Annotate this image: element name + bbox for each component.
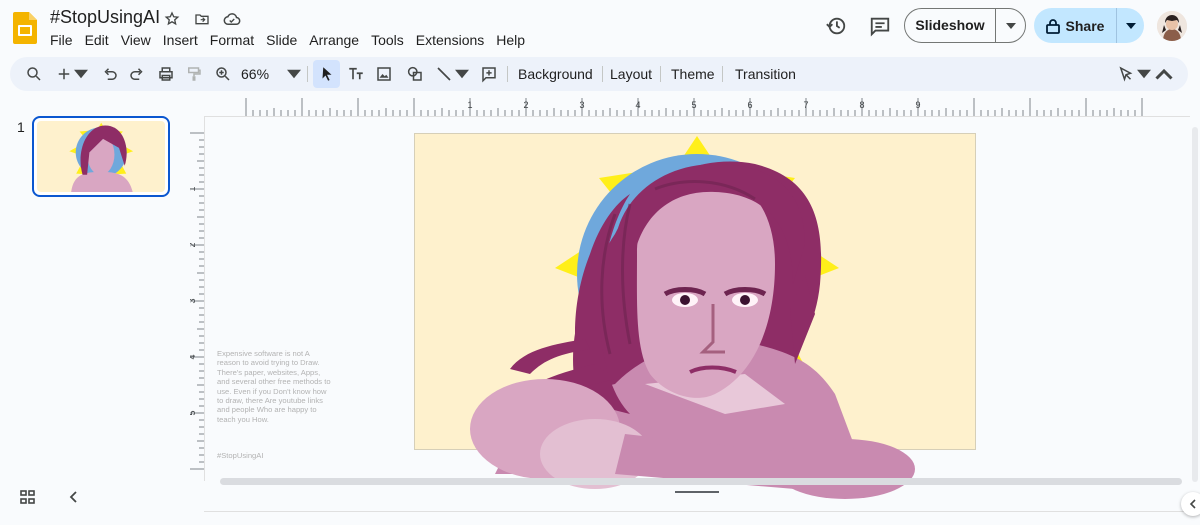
vertical-ruler: 1 2 3 4 5 [190, 132, 204, 470]
ruler-label: 1 [190, 186, 197, 191]
separator [507, 66, 508, 82]
ruler-label: 6 [747, 100, 752, 110]
menu-extensions[interactable]: Extensions [410, 30, 490, 50]
caret-down-icon [1005, 22, 1016, 29]
slide-side-text[interactable]: Expensive software is not A reason to av… [217, 349, 332, 424]
line-dropdown-icon[interactable] [455, 62, 469, 86]
menu-help[interactable]: Help [490, 30, 531, 50]
search-icon[interactable] [22, 62, 46, 86]
separator [602, 66, 603, 82]
background-button[interactable]: Background [518, 57, 593, 91]
plus-icon[interactable] [52, 62, 76, 86]
star-icon[interactable] [162, 9, 182, 29]
redo-icon[interactable] [125, 62, 149, 86]
undo-icon[interactable] [98, 62, 122, 86]
lock-icon [1045, 18, 1060, 34]
menu-edit[interactable]: Edit [79, 30, 115, 50]
shape-icon[interactable] [403, 62, 427, 86]
print-icon[interactable] [154, 62, 178, 86]
menu-bar: File Edit View Insert Format Slide Arran… [44, 30, 531, 50]
share-button[interactable]: Share [1034, 8, 1117, 43]
separator [660, 66, 661, 82]
ruler-label: 5 [691, 100, 696, 110]
avatar[interactable] [1157, 11, 1187, 41]
ruler-label: 2 [523, 100, 528, 110]
menu-format[interactable]: Format [204, 30, 260, 50]
separator [722, 66, 723, 82]
select-cursor-icon[interactable] [313, 60, 340, 88]
ruler-label: 4 [635, 100, 640, 110]
cloud-icon[interactable] [222, 9, 242, 29]
horizontal-scrollbar[interactable] [220, 478, 1182, 485]
comment-icon[interactable] [868, 14, 892, 38]
slide-number: 1 [17, 119, 25, 135]
slide-thumbnail[interactable] [32, 116, 170, 197]
slides-logo-icon[interactable] [13, 12, 37, 44]
menu-file[interactable]: File [44, 30, 79, 50]
vertical-scrollbar[interactable] [1192, 127, 1198, 482]
layout-button[interactable]: Layout [610, 57, 652, 91]
menu-view[interactable]: View [115, 30, 157, 50]
line-icon[interactable] [432, 62, 456, 86]
notes-divider [204, 511, 1190, 512]
menu-tools[interactable]: Tools [365, 30, 410, 50]
new-slide-dropdown-icon[interactable] [74, 62, 88, 86]
speaker-notes-handle[interactable] [675, 491, 719, 493]
ruler-label: 4 [190, 354, 197, 359]
pen-icon[interactable] [1114, 62, 1138, 86]
zoom-value[interactable]: 66% [241, 57, 269, 91]
separator [307, 66, 308, 82]
chevron-up-icon[interactable] [1154, 62, 1174, 86]
ruler-label: 7 [803, 100, 808, 110]
side-panel-toggle[interactable] [1181, 492, 1200, 516]
share-label: Share [1065, 17, 1105, 34]
textbox-icon[interactable] [344, 62, 368, 86]
ruler-label: 3 [579, 100, 584, 110]
slide[interactable] [414, 133, 976, 499]
ruler-label: 2 [190, 242, 197, 247]
toolbar: 66% Background Layout Theme Transition [10, 57, 1188, 91]
document-title[interactable]: #StopUsingAI [50, 7, 160, 28]
menu-slide[interactable]: Slide [260, 30, 303, 50]
ruler-label: 8 [859, 100, 864, 110]
share-button-group: Share [1034, 8, 1144, 43]
ruler-label: 3 [190, 298, 197, 303]
zoom-dropdown-icon[interactable] [287, 62, 301, 86]
share-dropdown[interactable] [1117, 22, 1144, 29]
grid-view-icon[interactable] [20, 489, 36, 510]
paint-format-icon[interactable] [182, 62, 206, 86]
zoom-icon[interactable] [211, 62, 235, 86]
horizontal-ruler: 1 2 3 4 5 6 7 8 9 [245, 98, 1143, 116]
slideshow-button[interactable]: Slideshow [905, 9, 996, 42]
menu-arrange[interactable]: Arrange [303, 30, 365, 50]
move-folder-icon[interactable] [192, 9, 212, 29]
comment-add-icon[interactable] [477, 62, 501, 86]
menu-insert[interactable]: Insert [157, 30, 204, 50]
slide-side-tag[interactable]: #StopUsingAI [217, 451, 263, 460]
portrait-illustration[interactable] [415, 134, 977, 499]
caret-down-icon [1125, 22, 1136, 29]
ruler-label: 5 [190, 410, 197, 415]
theme-button[interactable]: Theme [671, 57, 715, 91]
transition-button[interactable]: Transition [735, 57, 796, 91]
pen-dropdown-icon[interactable] [1137, 62, 1151, 86]
ruler-label: 1 [467, 100, 472, 110]
slideshow-dropdown[interactable] [996, 22, 1025, 29]
chevron-left-icon[interactable] [66, 489, 82, 510]
image-icon[interactable] [372, 62, 396, 86]
history-icon[interactable] [824, 14, 848, 38]
ruler-label: 9 [915, 100, 920, 110]
slideshow-button-group: Slideshow [904, 8, 1026, 43]
chevron-left-icon [1189, 499, 1196, 509]
